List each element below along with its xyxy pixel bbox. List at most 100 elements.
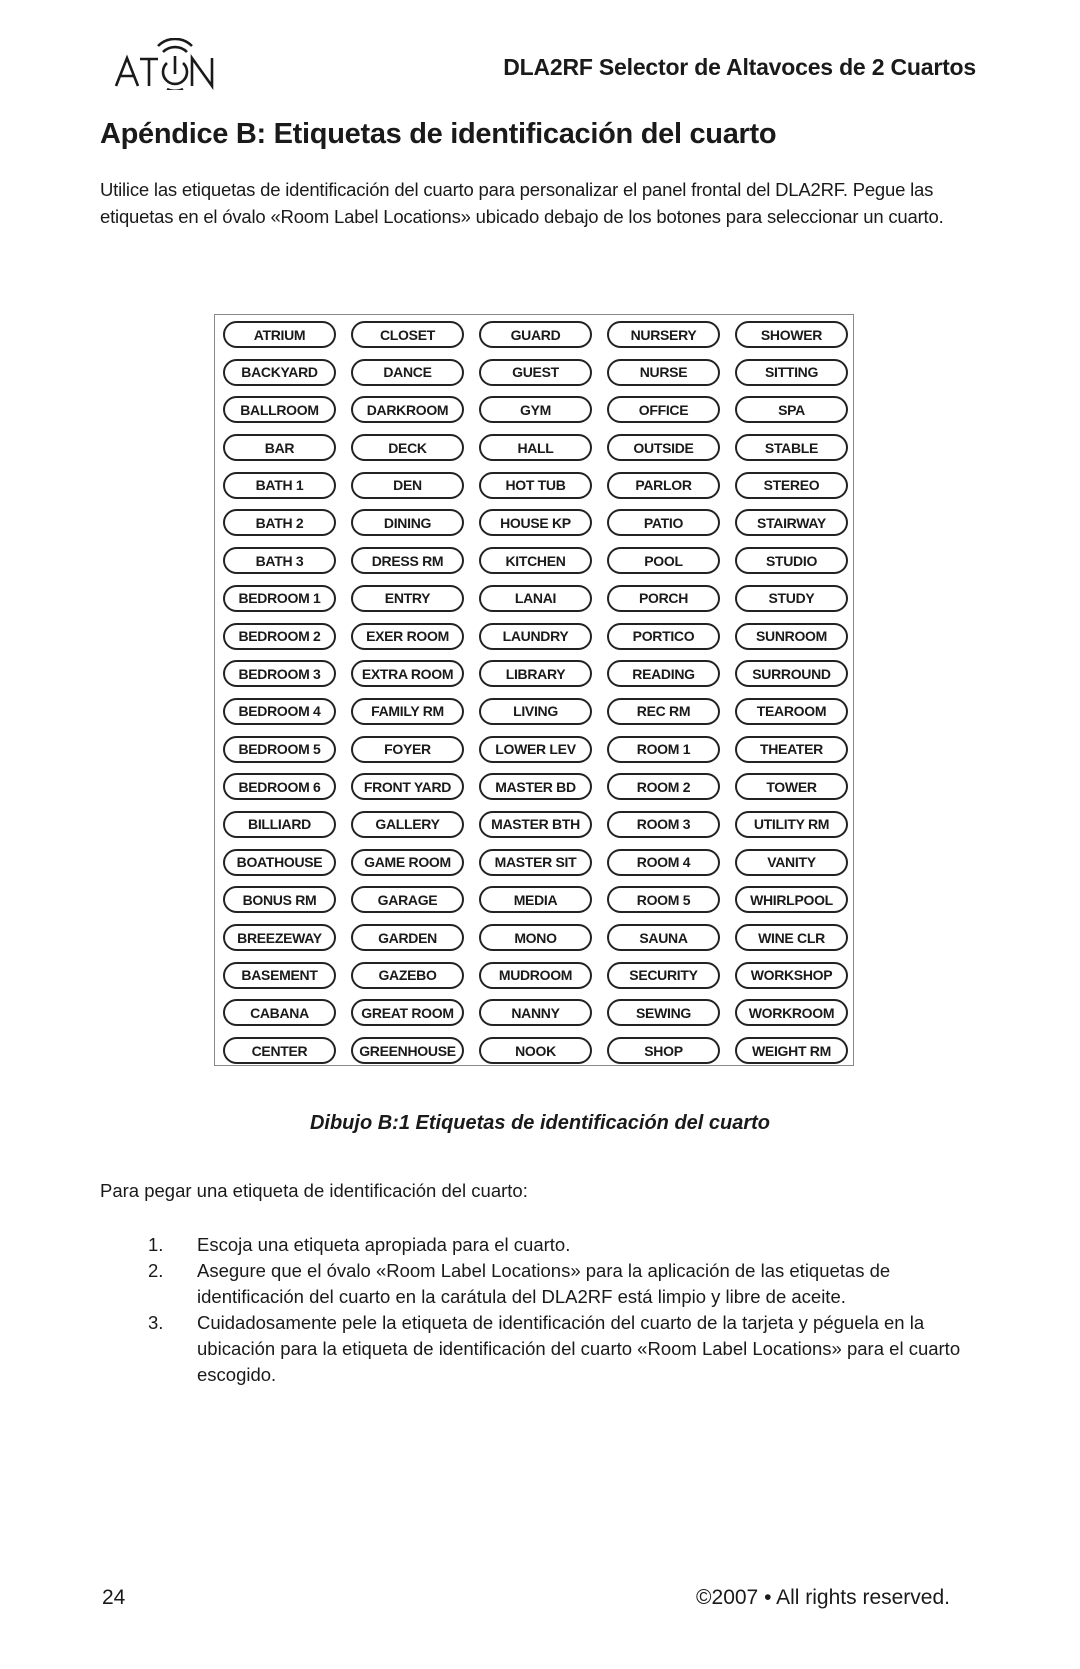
room-label: LOWER LEV: [479, 735, 592, 763]
room-label: REC RM: [607, 697, 720, 725]
step-number: 3.: [148, 1312, 164, 1333]
step-item: 3. Cuidadosamente pele la etiqueta de ide…: [100, 1310, 980, 1388]
room-label: KITCHEN: [479, 547, 592, 575]
room-label: FAMILY RM: [351, 697, 464, 725]
room-label: ENTRY: [351, 584, 464, 612]
step-text: Cuidadosamente pele la etiqueta de ident…: [197, 1312, 961, 1385]
room-label: GARAGE: [351, 886, 464, 914]
room-label: GALLERY: [351, 810, 464, 838]
room-label: DARKROOM: [351, 396, 464, 424]
room-label: ROOM 2: [607, 773, 720, 801]
room-label: GREENHOUSE: [351, 1037, 464, 1065]
room-label: BALLROOM: [223, 396, 336, 424]
page-title: Apéndice B: Etiquetas de identificación …: [100, 118, 777, 150]
room-label: BEDROOM 3: [223, 660, 336, 688]
room-label: EXTRA ROOM: [351, 660, 464, 688]
aton-logo: [114, 38, 214, 90]
step-text: Asegure que el óvalo «Room Label Locatio…: [197, 1260, 891, 1307]
room-label: OUTSIDE: [607, 434, 720, 462]
room-label: MASTER BD: [479, 773, 592, 801]
room-label: WORKROOM: [735, 999, 848, 1027]
room-label: SUNROOM: [735, 622, 848, 650]
room-label: BATH 3: [223, 547, 336, 575]
room-label: DINING: [351, 509, 464, 537]
room-label: NANNY: [479, 999, 592, 1027]
room-label: BEDROOM 2: [223, 622, 336, 650]
room-label: VANITY: [735, 848, 848, 876]
room-label: PATIO: [607, 509, 720, 537]
room-label: BREEZEWAY: [223, 924, 336, 951]
instructions-lead: Para pegar una etiqueta de identificació…: [100, 1180, 528, 1201]
room-label: ROOM 4: [607, 848, 720, 876]
room-label: WEIGHT RM: [735, 1037, 848, 1065]
room-label: BEDROOM 1: [223, 584, 336, 612]
room-label: BEDROOM 4: [223, 697, 336, 725]
room-label: BILLIARD: [223, 810, 336, 838]
room-label: HALL: [479, 434, 592, 462]
room-label: LANAI: [479, 584, 592, 612]
room-label: FOYER: [351, 735, 464, 763]
room-label: LAUNDRY: [479, 622, 592, 650]
room-label: MONO: [479, 924, 592, 951]
room-label: NURSERY: [607, 321, 720, 348]
room-label: SECURITY: [607, 961, 720, 989]
room-label: STEREO: [735, 471, 848, 499]
room-label: CABANA: [223, 999, 336, 1027]
room-label: GAZEBO: [351, 961, 464, 989]
room-label: STUDIO: [735, 547, 848, 575]
room-label: ROOM 5: [607, 886, 720, 914]
room-label: GUEST: [479, 358, 592, 386]
room-label: DEN: [351, 471, 464, 499]
room-label: GAME ROOM: [351, 848, 464, 876]
room-label: NOOK: [479, 1037, 592, 1065]
room-label: DRESS RM: [351, 547, 464, 575]
room-label: TEAROOM: [735, 697, 848, 725]
room-label: SURROUND: [735, 660, 848, 688]
room-label: THEATER: [735, 735, 848, 763]
room-label: MEDIA: [479, 886, 592, 914]
room-label: SITTING: [735, 358, 848, 386]
room-label: GUARD: [479, 321, 592, 348]
room-label-sheet: ATRIUM CLOSET GUARD NURSERY SHOWER BACKYARD DA…: [214, 314, 854, 1066]
room-label: EXER ROOM: [351, 622, 464, 650]
room-label: GREAT ROOM: [351, 999, 464, 1027]
step-item: 2. Asegure que el óvalo «Room Label Locat…: [100, 1258, 980, 1310]
room-label: MUDROOM: [479, 961, 592, 989]
room-label: BACKYARD: [223, 358, 336, 386]
room-label: CLOSET: [351, 321, 464, 348]
instructions-steps: 1. Escoja una etiqueta apropiada para el …: [100, 1232, 980, 1388]
room-label: WHIRLPOOL: [735, 886, 848, 914]
room-label: FRONT YARD: [351, 773, 464, 801]
page-number: 24: [102, 1586, 126, 1609]
room-label: DANCE: [351, 358, 464, 386]
room-label: HOT TUB: [479, 471, 592, 499]
room-label: NURSE: [607, 358, 720, 386]
copyright-notice: ©2007 • All rights reserved.: [696, 1586, 950, 1609]
step-number: 1.: [148, 1234, 164, 1255]
step-item: 1. Escoja una etiqueta apropiada para el …: [100, 1232, 980, 1258]
room-label: PARLOR: [607, 471, 720, 499]
room-label: BOATHOUSE: [223, 848, 336, 876]
room-label: BATH 2: [223, 509, 336, 537]
room-label: HOUSE KP: [479, 509, 592, 537]
room-label: SAUNA: [607, 924, 720, 951]
room-label: GYM: [479, 396, 592, 424]
room-label: TOWER: [735, 773, 848, 801]
room-label: SPA: [735, 396, 848, 424]
room-label: ROOM 1: [607, 735, 720, 763]
room-label-grid: ATRIUM CLOSET GUARD NURSERY SHOWER BACKYARD DA…: [223, 321, 848, 1065]
step-text: Escoja una etiqueta apropiada para el cu…: [197, 1234, 571, 1255]
room-label: BEDROOM 6: [223, 773, 336, 801]
room-label: OFFICE: [607, 396, 720, 424]
room-label: DECK: [351, 434, 464, 462]
room-label: READING: [607, 660, 720, 688]
room-label: CENTER: [223, 1037, 336, 1065]
room-label: STUDY: [735, 584, 848, 612]
room-label: GARDEN: [351, 924, 464, 951]
room-label: BONUS RM: [223, 886, 336, 914]
step-number: 2.: [148, 1260, 164, 1281]
room-label: SHOWER: [735, 321, 848, 348]
room-label: STAIRWAY: [735, 509, 848, 537]
room-label: WINE CLR: [735, 924, 848, 951]
room-label: STABLE: [735, 434, 848, 462]
